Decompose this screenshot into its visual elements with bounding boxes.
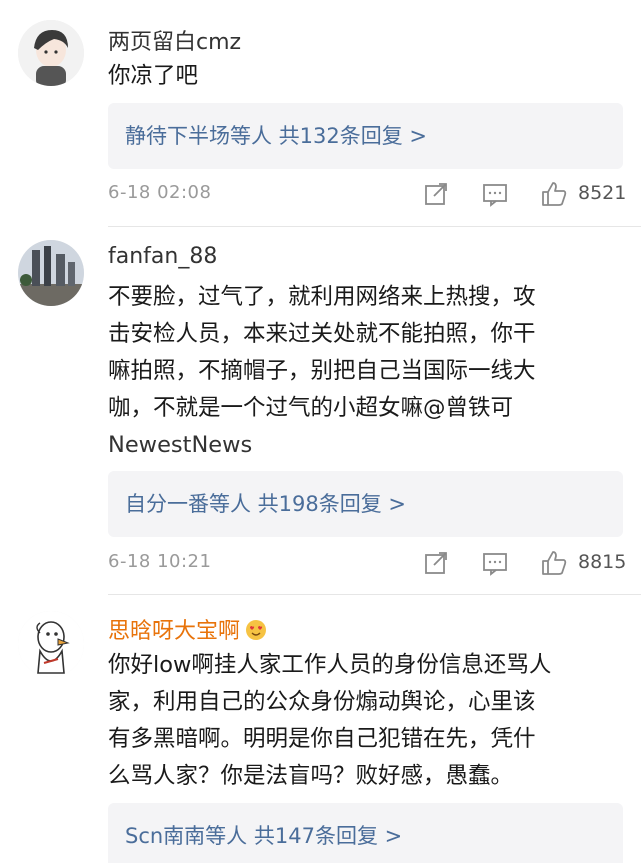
like-count: 8521 [578,182,627,204]
divider [108,594,641,595]
goose-cartoon-avatar-icon [18,611,84,677]
comment-line: 你好low啊挂人家工作人员的身份信息还骂人 [108,652,552,678]
heart-eyes-emoji-icon [246,620,267,640]
divider [108,226,641,227]
city-skyline-avatar-icon [18,240,84,306]
comment-icon[interactable] [481,549,509,577]
comment-line: 么骂人家？你是法盲吗？败好感，愚蠢。 [108,763,514,789]
comment-text: 不要脸，过气了，就利用网络来上热搜，攻 击安检人员，本来过关处就不能拍照，你干 … [108,279,623,464]
comment-line: 家，利用自己的公众身份煽动舆论，心里该 [108,689,536,715]
username[interactable]: 两页留白cmz [108,24,241,56]
comment-line: 不要脸，过气了，就利用网络来上热搜，攻 [108,284,536,310]
avatar[interactable] [18,20,84,86]
avatar[interactable] [18,240,84,306]
comment-line: 有多黑暗啊。明明是你自己犯错在先，凭什 [108,726,536,752]
username[interactable]: 思晗呀大宝啊 [108,613,268,645]
reply-summary-link[interactable]: 自分一番等人 共198条回复 > [125,488,406,518]
share-icon[interactable] [422,549,450,577]
username-text[interactable]: 思晗呀大宝啊 [108,619,240,644]
comment-line: 你凉了吧 [108,63,199,89]
reply-summary-box[interactable]: Scn南南等人 共147条回复 > [108,803,623,863]
comment-line: 嘛拍照，不摘帽子，别把自己当国际一线大 [108,358,536,384]
comment-icon[interactable] [481,180,509,208]
reply-summary-link[interactable]: Scn南南等人 共147条回复 > [125,820,402,850]
cartoon-boy-avatar-icon [18,20,84,86]
thumbs-up-icon[interactable] [540,549,568,577]
like-count: 8815 [578,551,627,573]
timestamp: 6-18 02:08 [108,182,212,203]
comment-text: 你好low啊挂人家工作人员的身份信息还骂人 家，利用自己的公众身份煽动舆论，心里… [108,647,623,795]
mention-link[interactable]: NewestNews [108,427,623,464]
share-icon[interactable] [422,180,450,208]
comment-line: 击安检人员，本来过关处就不能拍照，你干 [108,321,536,347]
timestamp: 6-18 10:21 [108,551,212,572]
meta-row: 6-18 10:21 8815 [0,545,641,581]
avatar[interactable] [18,611,84,677]
reply-summary-link[interactable]: 静待下半场等人 共132条回复 > [125,120,427,150]
reply-summary-box[interactable]: 自分一番等人 共198条回复 > [108,471,623,537]
reply-summary-box[interactable]: 静待下半场等人 共132条回复 > [108,103,623,169]
thumbs-up-icon[interactable] [540,180,568,208]
comment-line: 咖，不就是一个过气的小超女嘛@曾铁可 [108,395,514,421]
username[interactable]: fanfan_88 [108,244,217,269]
meta-row: 6-18 02:08 8521 [0,176,641,212]
comment-text: 你凉了吧 [108,58,623,95]
